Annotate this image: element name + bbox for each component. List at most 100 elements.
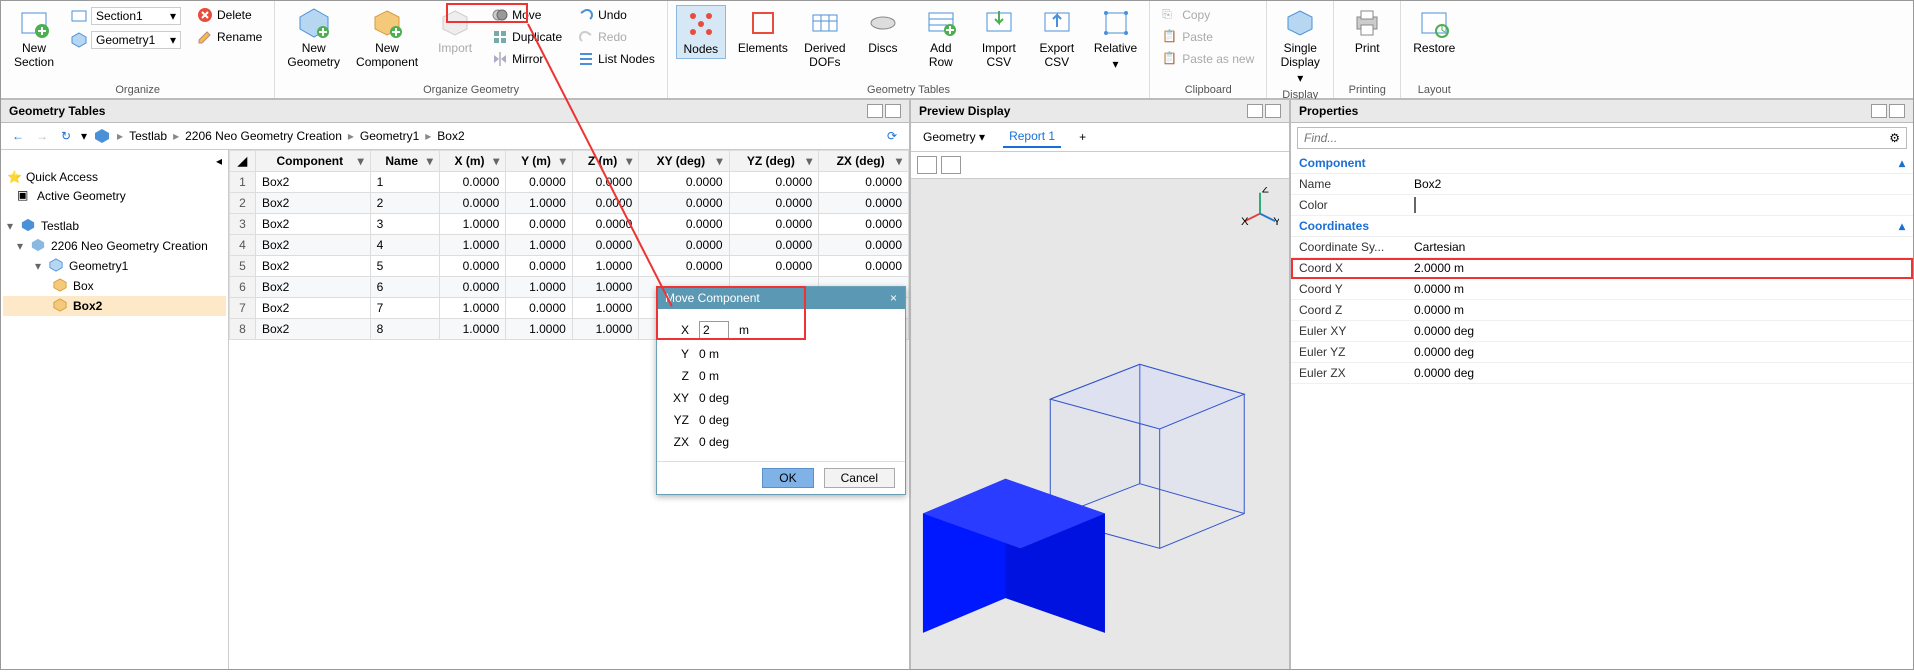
prop-section-component[interactable]: Component▴ — [1291, 153, 1913, 174]
duplicate-button[interactable]: Duplicate — [488, 27, 566, 47]
col-z[interactable]: Z (m)▾ — [572, 151, 638, 172]
import-button[interactable]: Import — [430, 5, 480, 57]
crumb-component[interactable]: Box2 — [437, 129, 464, 143]
add-row-button[interactable]: Add Row — [916, 5, 966, 71]
restore-button[interactable]: Restore — [1409, 5, 1459, 57]
tab-add[interactable]: + — [1073, 127, 1092, 147]
export-csv-button[interactable]: Export CSV — [1032, 5, 1082, 71]
nav-back[interactable]: ← — [9, 127, 27, 145]
table-row[interactable]: 2Box220.00001.00000.00000.00000.00000.00… — [230, 193, 909, 214]
prop-coordz[interactable]: Coord Z0.0000 m — [1291, 300, 1913, 321]
section-dropdown[interactable]: Section1▾ — [67, 5, 185, 27]
prop-section-coordinates[interactable]: Coordinates▴ — [1291, 216, 1913, 237]
properties-search-input[interactable] — [1298, 128, 1883, 148]
prop-euleryz[interactable]: Euler YZ0.0000 deg — [1291, 342, 1913, 363]
collapse-tree[interactable]: ◂ — [3, 154, 226, 168]
elements-button[interactable]: Elements — [734, 5, 792, 57]
corner-cell[interactable]: ◢ — [230, 151, 256, 172]
table-row[interactable]: 1Box210.00000.00000.00000.00000.00000.00… — [230, 172, 909, 193]
new-section-button[interactable]: New Section — [9, 5, 59, 71]
undo-button[interactable]: Undo — [574, 5, 659, 25]
layout-icon[interactable] — [1265, 104, 1281, 118]
dlg-input-x[interactable] — [699, 321, 729, 339]
redo-button[interactable]: Redo — [574, 27, 659, 47]
col-name[interactable]: Name▾ — [370, 151, 439, 172]
crumb-geometry[interactable]: Geometry1 — [360, 129, 419, 143]
move-component-dialog[interactable]: Move Component × Xm Y0 m Z0 m XY0 deg YZ… — [656, 286, 906, 495]
layout-icon[interactable] — [885, 104, 901, 118]
col-x[interactable]: X (m)▾ — [439, 151, 505, 172]
relative-button[interactable]: Relative▾ — [1090, 5, 1141, 73]
viewport-tool-1[interactable] — [917, 156, 937, 174]
new-geometry-button[interactable]: New Geometry — [283, 5, 344, 71]
prop-coordx[interactable]: Coord X2.0000 m — [1291, 258, 1913, 279]
import-csv-button[interactable]: Import CSV — [974, 5, 1024, 71]
tree-quick-access[interactable]: ⭐Quick Access — [3, 168, 226, 186]
discs-button[interactable]: Discs — [858, 5, 908, 57]
prop-eulerzx[interactable]: Euler ZX0.0000 deg — [1291, 363, 1913, 384]
crumb-project[interactable]: 2206 Neo Geometry Creation — [185, 129, 342, 143]
layout-icon[interactable] — [1871, 104, 1887, 118]
tree-testlab[interactable]: ▾Testlab — [3, 216, 226, 236]
nav-forward[interactable]: → — [33, 127, 51, 145]
tree-project[interactable]: ▾2206 Neo Geometry Creation — [3, 236, 226, 256]
print-button[interactable]: Print — [1342, 5, 1392, 57]
ribbon-group-printing: Print Printing — [1334, 1, 1401, 98]
tree-geometry1[interactable]: ▾Geometry1 — [3, 256, 226, 276]
paste-icon: 📋 — [1162, 29, 1178, 45]
col-zx[interactable]: ZX (deg)▾ — [819, 151, 909, 172]
paste-as-new-button[interactable]: 📋Paste as new — [1158, 49, 1258, 69]
mirror-button[interactable]: Mirror — [488, 49, 566, 69]
list-nodes-button[interactable]: List Nodes — [574, 49, 659, 69]
layout-icon[interactable] — [1889, 104, 1905, 118]
close-icon[interactable]: × — [890, 291, 897, 305]
ok-button[interactable]: OK — [762, 468, 813, 488]
single-display-button[interactable]: Single Display▾ — [1275, 5, 1325, 87]
reload-button[interactable]: ⟳ — [883, 127, 901, 145]
derived-dofs-button[interactable]: Derived DOFs — [800, 5, 850, 71]
tab-report1[interactable]: Report 1 — [1003, 126, 1061, 148]
geometry-dropdown[interactable]: Geometry1▾ — [67, 29, 185, 51]
col-y[interactable]: Y (m)▾ — [506, 151, 572, 172]
table-row[interactable]: 4Box241.00001.00000.00000.00000.00000.00… — [230, 235, 909, 256]
dialog-titlebar[interactable]: Move Component × — [657, 287, 905, 309]
prop-eulerxy[interactable]: Euler XY0.0000 deg — [1291, 321, 1913, 342]
ribbon-group-display: Single Display▾ Display — [1267, 1, 1334, 98]
project-icon — [31, 238, 47, 254]
rename-button[interactable]: Rename — [193, 27, 266, 47]
dlg-row-z: Z0 m — [669, 365, 893, 387]
table-row[interactable]: 5Box250.00000.00001.00000.00000.00000.00… — [230, 256, 909, 277]
chevron-down-icon: ▾ — [1297, 71, 1303, 85]
tree-box[interactable]: Box — [3, 276, 226, 296]
prop-coordy[interactable]: Coord Y0.0000 m — [1291, 279, 1913, 300]
properties-search[interactable]: ⚙ — [1297, 127, 1907, 149]
prop-color[interactable]: Color — [1291, 195, 1913, 216]
crumb-testlab[interactable]: Testlab — [129, 129, 167, 143]
new-component-button[interactable]: New Component — [352, 5, 422, 71]
panel-header-geometry-tables: Geometry Tables — [1, 99, 909, 123]
prop-name[interactable]: NameBox2 — [1291, 174, 1913, 195]
nodes-button[interactable]: Nodes — [676, 5, 726, 59]
nav-refresh[interactable]: ↻ — [57, 127, 75, 145]
layout-icon[interactable] — [867, 104, 883, 118]
delete-button[interactable]: Delete — [193, 5, 266, 25]
move-button[interactable]: Move — [488, 5, 566, 25]
paste-button[interactable]: 📋Paste — [1158, 27, 1258, 47]
table-row[interactable]: 3Box231.00000.00000.00000.00000.00000.00… — [230, 214, 909, 235]
viewport-3d[interactable]: Z Y X — [911, 179, 1289, 669]
cancel-button[interactable]: Cancel — [824, 468, 895, 488]
col-yz[interactable]: YZ (deg)▾ — [729, 151, 819, 172]
col-xy[interactable]: XY (deg)▾ — [639, 151, 729, 172]
color-swatch[interactable] — [1414, 197, 1416, 213]
gear-icon[interactable]: ⚙ — [1883, 128, 1906, 148]
layout-icon[interactable] — [1247, 104, 1263, 118]
nav-home-icon[interactable] — [93, 127, 111, 145]
col-component[interactable]: Component▾ — [256, 151, 371, 172]
tree-box2[interactable]: Box2 — [3, 296, 226, 316]
dlg-row-x: Xm — [669, 317, 893, 343]
copy-button[interactable]: ⎘Copy — [1158, 5, 1258, 25]
viewport-tool-2[interactable] — [941, 156, 961, 174]
prop-coordsys[interactable]: Coordinate Sy...Cartesian — [1291, 237, 1913, 258]
tab-geometry[interactable]: Geometry ▾ — [917, 127, 991, 147]
tree-active-geometry[interactable]: ▣Active Geometry — [3, 186, 226, 206]
